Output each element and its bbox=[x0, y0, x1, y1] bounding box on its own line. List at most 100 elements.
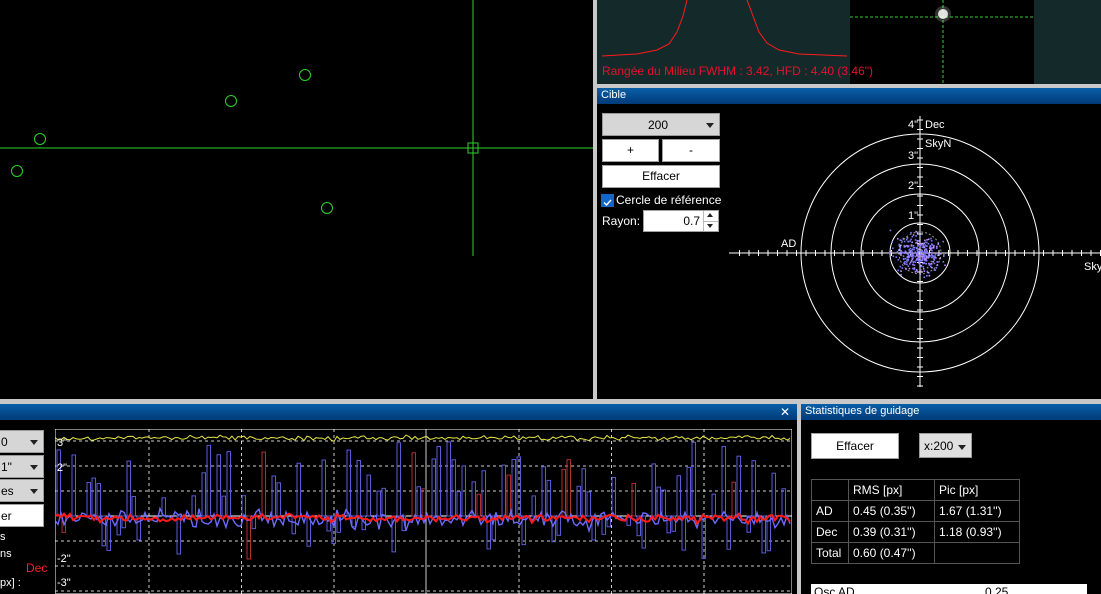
scatter-point bbox=[932, 258, 935, 260]
graph-close-button[interactable]: ✕ bbox=[780, 405, 790, 419]
scatter-point bbox=[896, 237, 899, 240]
scatter-point bbox=[910, 238, 912, 241]
table-cell: AD bbox=[811, 500, 849, 522]
scatter-point bbox=[928, 262, 930, 265]
scatter-point bbox=[917, 259, 919, 261]
radius-input[interactable]: 0.7 bbox=[643, 210, 719, 232]
scatter-point bbox=[915, 235, 917, 237]
table-cell bbox=[934, 542, 1020, 564]
scatter-point bbox=[916, 240, 919, 242]
table-row: AD 0.45 (0.35'') 1.67 (1.31'') bbox=[811, 500, 1020, 522]
scatter-point bbox=[912, 255, 915, 257]
radius-value: 0.7 bbox=[683, 214, 700, 228]
history-length-select[interactable]: 200 bbox=[602, 113, 720, 136]
scatter-point bbox=[911, 267, 914, 270]
scatter-point bbox=[905, 261, 908, 263]
chevron-down-icon bbox=[958, 445, 966, 450]
scatter-point bbox=[891, 241, 893, 243]
scatter-point bbox=[917, 240, 920, 242]
scatter-point bbox=[928, 274, 931, 277]
table-cell: 0.60 (0.47'') bbox=[848, 542, 935, 564]
axis-skyn-label: SkyN bbox=[925, 138, 951, 150]
stats-clear-button[interactable]: Effacer bbox=[811, 433, 899, 459]
graph-panel: ✕ 0 1" es er s ns Dec px] : 3" 2" -2" -3… bbox=[0, 404, 797, 594]
scatter-point bbox=[916, 241, 919, 244]
scatter-point bbox=[912, 234, 915, 236]
scatter-point bbox=[907, 254, 910, 256]
scatter-point bbox=[902, 255, 905, 257]
scatter-point bbox=[925, 252, 927, 255]
graph-units-select[interactable]: es bbox=[0, 479, 44, 502]
clear-target-button[interactable]: Effacer bbox=[602, 165, 720, 188]
graph-clear-button[interactable]: er bbox=[0, 504, 44, 527]
table-cell bbox=[811, 479, 849, 501]
scatter-point bbox=[931, 266, 933, 269]
graph-scale-select[interactable]: 1" bbox=[0, 455, 44, 478]
scatter-point bbox=[916, 246, 918, 249]
scatter-point bbox=[895, 256, 898, 258]
scatter-point bbox=[910, 260, 913, 262]
stats-scale-select[interactable]: x:200 bbox=[919, 433, 972, 458]
scatter-point bbox=[935, 266, 938, 269]
zoom-out-button[interactable]: - bbox=[662, 139, 720, 162]
scatter-point bbox=[923, 258, 926, 261]
scatter-point bbox=[909, 247, 912, 250]
scatter-point bbox=[912, 244, 915, 247]
scatter-point bbox=[913, 268, 916, 271]
scatter-point bbox=[931, 253, 933, 256]
radius-spin-down[interactable] bbox=[703, 221, 718, 231]
scatter-point bbox=[906, 237, 909, 239]
scatter-point bbox=[904, 260, 906, 263]
scatter-point bbox=[913, 264, 916, 267]
camera-view[interactable] bbox=[0, 0, 593, 399]
graph-dec-legend: Dec bbox=[26, 561, 48, 575]
star-marker bbox=[34, 133, 46, 145]
scatter-point bbox=[931, 252, 933, 254]
scatter-point bbox=[911, 248, 914, 251]
scatter-point bbox=[899, 252, 901, 255]
scatter-point bbox=[920, 259, 922, 262]
scatter-point bbox=[915, 259, 918, 262]
chevron-down-icon bbox=[30, 465, 38, 470]
scatter-point bbox=[900, 270, 902, 272]
scatter-point bbox=[942, 260, 945, 263]
checkmark-icon bbox=[603, 199, 612, 207]
scatter-point bbox=[927, 243, 930, 245]
axis-ad-label: AD bbox=[781, 238, 796, 250]
scatter-point bbox=[924, 244, 926, 246]
reference-circle-label: Cercle de référence bbox=[616, 193, 722, 207]
table-cell: 1.18 (0.93'') bbox=[934, 521, 1020, 543]
guide-graph: 3" 2" -2" -3" bbox=[55, 429, 792, 594]
scatter-point bbox=[935, 247, 938, 250]
scatter-point bbox=[932, 246, 935, 249]
graph-length-select[interactable]: 0 bbox=[0, 430, 44, 453]
scatter-point bbox=[929, 244, 932, 247]
scatter-point bbox=[900, 274, 902, 276]
scatter-point bbox=[890, 251, 893, 253]
graph-label-corrections: s bbox=[0, 531, 6, 543]
table-row: Total 0.60 (0.47'') bbox=[811, 542, 1020, 564]
scatter-point bbox=[929, 249, 932, 251]
scatter-point bbox=[921, 255, 924, 258]
scatter-point bbox=[903, 244, 906, 247]
axis-sky-label: Sky bbox=[1084, 261, 1101, 273]
reference-circle-checkbox[interactable] bbox=[601, 194, 614, 207]
scatter-point bbox=[899, 246, 902, 249]
star-marker bbox=[225, 95, 237, 107]
scatter-point bbox=[922, 253, 925, 256]
scatter-point bbox=[907, 265, 910, 267]
scatter-point bbox=[916, 249, 919, 252]
scatter-point bbox=[918, 256, 920, 259]
star-marker bbox=[11, 165, 23, 177]
scatter-point bbox=[899, 265, 902, 268]
scatter-point bbox=[930, 239, 933, 242]
scatter-point bbox=[934, 253, 937, 255]
zoom-in-button[interactable]: + bbox=[602, 139, 659, 162]
scatter-point bbox=[917, 251, 919, 253]
scatter-point bbox=[925, 259, 928, 262]
scatter-point bbox=[930, 256, 933, 259]
scatter-point bbox=[924, 239, 926, 242]
scatter-point bbox=[915, 269, 918, 271]
scatter-point bbox=[919, 235, 921, 238]
scatter-point bbox=[896, 251, 899, 254]
